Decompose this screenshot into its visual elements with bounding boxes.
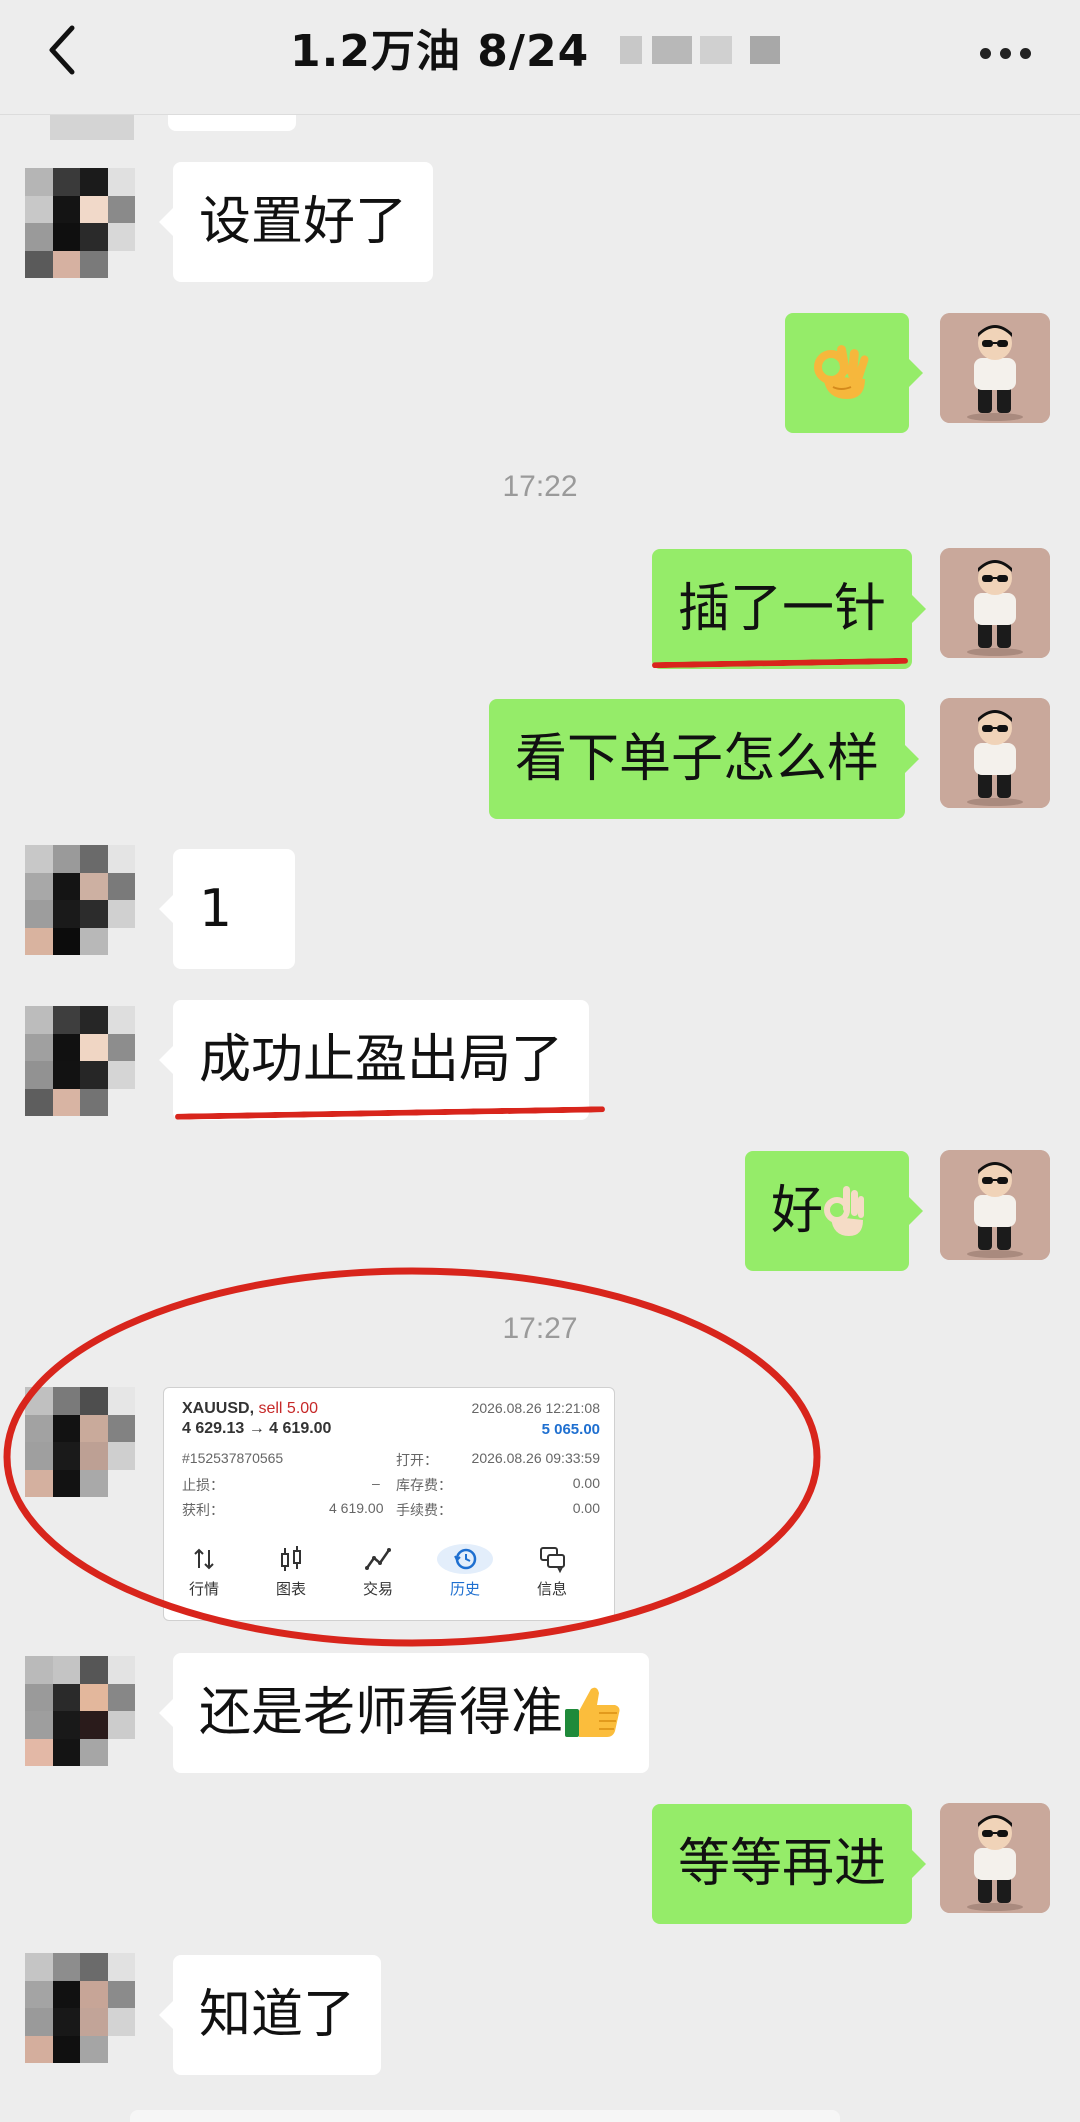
self-avatar[interactable] bbox=[940, 698, 1050, 808]
input-bar-partial bbox=[130, 2110, 840, 2122]
trade-profit: 5 065.00 bbox=[541, 1421, 600, 1438]
tab-label: 交易 bbox=[362, 1580, 393, 1598]
chat-title: 1.2万油 8/24 bbox=[290, 26, 590, 77]
trade-tp-value: 4 619.00 bbox=[329, 1500, 384, 1516]
message-bubble-incoming[interactable]: 成功止盈出局了 bbox=[158, 1000, 590, 1120]
tab-label: 信息 bbox=[536, 1580, 567, 1598]
trade-open-time: 2026.08.26 09:33:59 bbox=[471, 1450, 600, 1466]
message-text: 还是老师看得准 bbox=[199, 1683, 564, 1743]
message-bubble-outgoing[interactable]: 看下单子怎么样 bbox=[489, 699, 920, 819]
contact-avatar[interactable] bbox=[25, 1006, 135, 1116]
title-redacted bbox=[620, 36, 790, 64]
trade-side: sell 5.00 bbox=[258, 1400, 319, 1417]
chat-bubbles-icon bbox=[540, 1547, 565, 1574]
partial-avatar bbox=[50, 115, 134, 140]
more-dots-icon bbox=[980, 48, 991, 59]
tab-label: 图表 bbox=[275, 1580, 306, 1598]
message-bubble-outgoing[interactable] bbox=[785, 313, 923, 433]
trade-price-change: 4 629.13 → 4 619.00 bbox=[182, 1420, 332, 1437]
trade-open-label: 打开： bbox=[396, 1452, 438, 1468]
trade-swap-value: 0.00 bbox=[572, 1475, 600, 1491]
ok-hand-emoji-icon bbox=[824, 1186, 865, 1236]
chevron-left-icon bbox=[49, 25, 75, 75]
contact-avatar[interactable] bbox=[25, 1387, 135, 1497]
trade-tp-label: 获利： bbox=[182, 1502, 224, 1518]
self-avatar[interactable] bbox=[940, 313, 1050, 423]
message-bubble-outgoing[interactable]: 插了一针 bbox=[652, 549, 927, 669]
partial-bubble bbox=[168, 115, 296, 131]
message-bubble-incoming[interactable]: 还是老师看得准 bbox=[158, 1653, 650, 1773]
more-button[interactable] bbox=[978, 36, 1038, 66]
timestamp: 17:27 bbox=[502, 1312, 578, 1345]
self-avatar[interactable] bbox=[940, 1803, 1050, 1913]
contact-avatar[interactable] bbox=[25, 845, 135, 955]
trade-sl-label: 止损： bbox=[182, 1477, 224, 1493]
message-text: 好 bbox=[771, 1181, 824, 1241]
ok-hand-emoji-icon bbox=[814, 345, 869, 399]
trade-sl-value: – bbox=[372, 1475, 380, 1491]
candlestick-icon bbox=[281, 1546, 301, 1571]
tab-label: 历史 bbox=[449, 1580, 480, 1598]
trade-swap-label: 库存费： bbox=[396, 1477, 452, 1493]
message-bubble-incoming[interactable]: 知道了 bbox=[158, 1955, 382, 2075]
message-bubble-outgoing[interactable]: 好 bbox=[745, 1151, 923, 1271]
tab-history[interactable]: 历史 bbox=[430, 1544, 500, 1599]
contact-avatar[interactable] bbox=[25, 1953, 135, 2063]
tab-chart[interactable]: 图表 bbox=[256, 1544, 326, 1599]
back-button[interactable] bbox=[40, 20, 100, 80]
self-avatar-figure bbox=[940, 313, 1050, 423]
trade-order-id: #152537870565 bbox=[182, 1450, 284, 1466]
message-bubble-outgoing[interactable]: 等等再进 bbox=[652, 1804, 927, 1924]
tab-trade[interactable]: 交易 bbox=[343, 1544, 413, 1599]
updown-arrows-icon bbox=[194, 1548, 214, 1570]
self-avatar[interactable] bbox=[940, 1150, 1050, 1260]
trade-fee-value: 0.00 bbox=[572, 1500, 600, 1516]
chat-header: 1.2万油 8/24 bbox=[0, 0, 1080, 115]
trade-fee-label: 手续费： bbox=[396, 1502, 452, 1518]
trade-close-time: 2026.08.26 12:21:08 bbox=[471, 1400, 600, 1416]
contact-avatar[interactable] bbox=[25, 168, 135, 278]
history-clock-icon bbox=[437, 1544, 493, 1574]
tab-label: 行情 bbox=[188, 1580, 219, 1598]
trend-line-icon bbox=[365, 1548, 391, 1570]
message-bubble-incoming[interactable]: 1 bbox=[159, 849, 295, 969]
timestamp: 17:22 bbox=[502, 470, 578, 503]
self-avatar[interactable] bbox=[940, 548, 1050, 658]
message-bubble-incoming[interactable]: 设置好了 bbox=[158, 162, 434, 282]
contact-avatar[interactable] bbox=[25, 1656, 135, 1766]
thumbs-up-emoji-icon bbox=[565, 1687, 620, 1737]
tab-messages[interactable]: 信息 bbox=[517, 1544, 587, 1599]
tab-quotes[interactable]: 行情 bbox=[169, 1544, 239, 1599]
trade-symbol: XAUUSD, bbox=[182, 1400, 255, 1417]
trade-screenshot-image[interactable]: XAUUSD, sell 5.00 2026.08.26 12:21:08 4 … bbox=[163, 1387, 615, 1621]
